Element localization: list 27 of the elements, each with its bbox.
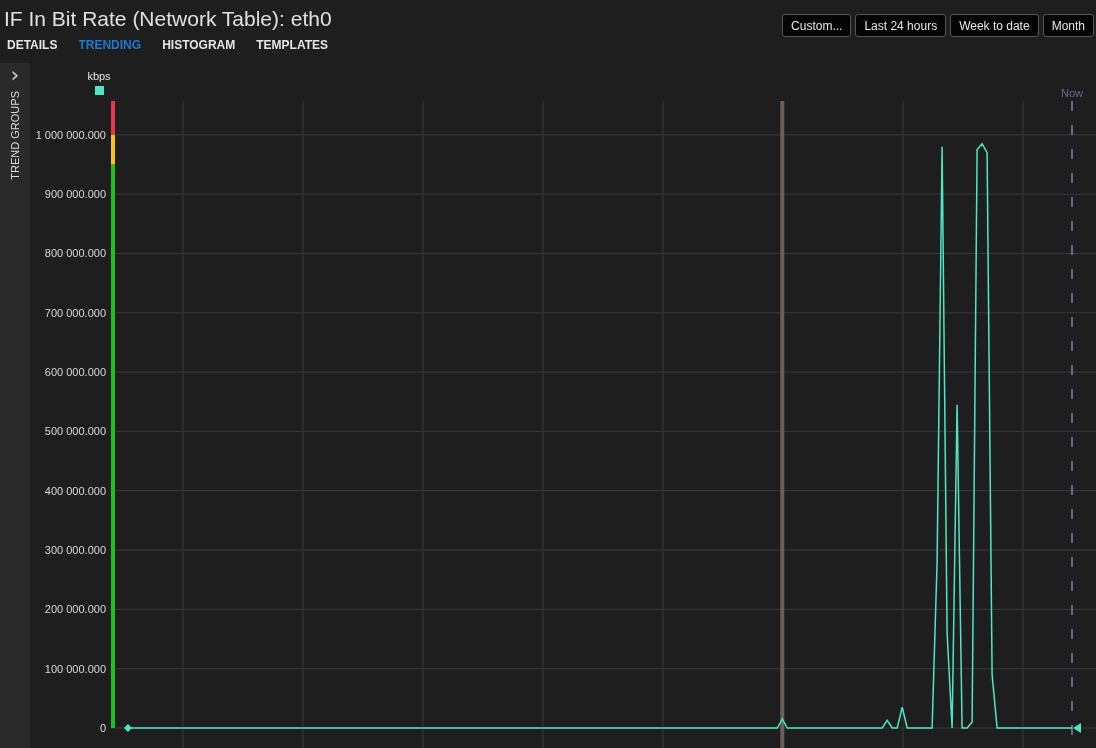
tab[interactable]: HISTOGRAM [159,38,254,52]
time-range-button[interactable]: Week to date [950,14,1039,37]
y-tick-label: 400 000.000 [44,484,106,497]
y-tick-label: 700 000.000 [44,306,106,319]
chevron-icon[interactable]: › [10,65,20,85]
y-tick-label: 900 000.000 [44,188,106,201]
y-tick-label: 800 000.000 [44,247,106,260]
end-marker-icon[interactable] [1073,723,1081,733]
y-tick-label: 1 000 000.000 [35,128,106,141]
start-marker-icon[interactable] [124,724,132,732]
time-range-button[interactable]: Month [1042,14,1094,37]
legend-label: kbps [87,70,111,82]
y-tick-label: 600 000.000 [44,366,106,379]
trend-groups-label: TREND GROUPS [9,91,21,180]
trend-groups-panel[interactable]: › TREND GROUPS [0,63,30,748]
time-range-button[interactable]: Last 24 hours [855,14,947,37]
y-tick-label: 0 [99,722,106,734]
y-tick-label: 300 000.000 [44,544,106,557]
tab[interactable]: TEMPLATES [253,38,347,52]
time-range-button[interactable]: Custom... [782,14,852,37]
tab[interactable]: TRENDING [75,38,160,52]
page-title: IF In Bit Rate (Network Table): eth0 [4,6,333,32]
y-tick-label: 200 000.000 [44,603,106,616]
y-tick-label: 100 000.000 [44,662,106,675]
now-label: Now [1061,87,1083,99]
tab[interactable]: DETAILS [4,38,76,52]
y-tick-label: 500 000.000 [44,425,106,438]
